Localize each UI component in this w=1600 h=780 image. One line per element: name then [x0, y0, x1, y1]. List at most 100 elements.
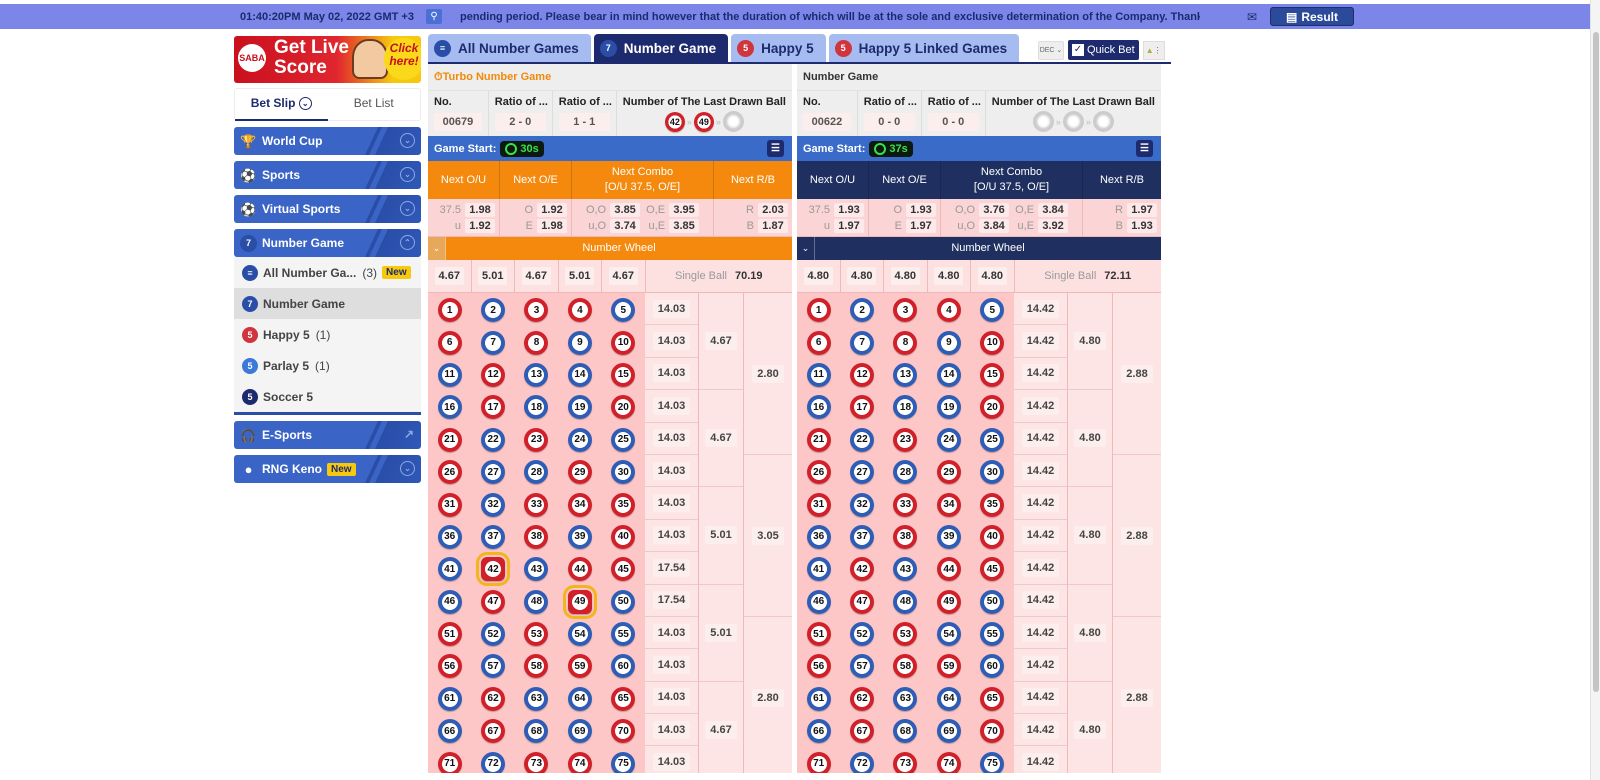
ball-cell[interactable]: 73 — [884, 747, 927, 773]
odds-value[interactable]: 1.93 — [834, 202, 864, 217]
odds-value[interactable]: 4.67 — [521, 267, 551, 285]
wheel-odds-cell[interactable]: 5.01 — [559, 260, 602, 292]
row-odds-cell[interactable]: 14.03 — [645, 358, 698, 391]
submenu-item-soccer-5[interactable]: 5 Soccer 5 — [234, 381, 421, 412]
odds-value[interactable]: 14.42 — [1021, 396, 1060, 415]
ball-cell[interactable]: 5 — [971, 294, 1014, 326]
ball-cell[interactable]: 32 — [471, 488, 514, 520]
row-odds-cell[interactable]: 14.03 — [645, 390, 698, 423]
odd-odds[interactable]: O 1.92 — [504, 202, 567, 217]
ball-cell[interactable]: 54 — [927, 618, 970, 650]
odds-value[interactable]: 14.03 — [652, 688, 691, 707]
ball-cell[interactable]: 67 — [840, 715, 883, 747]
row-odds-cell[interactable]: 17.54 — [645, 585, 698, 617]
ball-cell[interactable]: 41 — [797, 553, 840, 585]
chevron-down-icon[interactable]: ⌄ — [797, 237, 815, 260]
ball-cell[interactable]: 28 — [515, 456, 558, 488]
ball-cell[interactable]: 56 — [428, 650, 471, 682]
odds-value[interactable]: 4.80 — [1074, 720, 1106, 739]
ball-cell[interactable]: 19 — [558, 391, 601, 423]
odds-value[interactable]: 14.42 — [1021, 299, 1060, 318]
ball-cell[interactable]: 36 — [797, 521, 840, 553]
odds-value[interactable]: 17.54 — [652, 558, 691, 577]
under-odds[interactable]: u 1.92 — [432, 218, 495, 233]
row-odds-cell[interactable]: 14.03 — [645, 746, 698, 773]
ball-cell[interactable]: 39 — [558, 521, 601, 553]
odds-value[interactable]: 4.67 — [608, 267, 638, 285]
combo-ue[interactable]: u,E 3.85 — [646, 218, 700, 233]
ball-cell[interactable]: 59 — [558, 650, 601, 682]
ball-cell[interactable]: 40 — [602, 521, 645, 553]
combo-oe[interactable]: O,E 3.95 — [646, 202, 700, 217]
ball-cell[interactable]: 70 — [602, 715, 645, 747]
ball-cell[interactable]: 17 — [840, 391, 883, 423]
row-odds-cell[interactable]: 14.42 — [1014, 325, 1067, 358]
row-odds-cell[interactable]: 17.54 — [645, 552, 698, 585]
ball-cell[interactable]: 37 — [471, 521, 514, 553]
ball-cell[interactable]: 8 — [884, 326, 927, 358]
ball-cell[interactable]: 70 — [971, 715, 1014, 747]
odds-value[interactable]: 2.80 — [752, 364, 784, 383]
row-odds-cell[interactable]: 14.42 — [1014, 714, 1067, 747]
odds-value[interactable]: 14.03 — [652, 494, 691, 513]
ball-cell[interactable]: 44 — [558, 553, 601, 585]
row-odds-cell[interactable]: 14.42 — [1014, 358, 1067, 391]
odds-value[interactable]: 4.80 — [1074, 526, 1106, 545]
ball-cell[interactable]: 49 — [927, 586, 970, 618]
row-odds-cell[interactable]: 14.42 — [1014, 455, 1067, 488]
odds-value[interactable]: 72.11 — [1104, 270, 1131, 282]
ball-cell[interactable]: 12 — [471, 359, 514, 391]
ball-cell[interactable]: 45 — [602, 553, 645, 585]
odds-value[interactable]: 3.05 — [752, 526, 784, 545]
odds-format-select[interactable]: DEC ⌄ — [1038, 40, 1064, 60]
odds-value[interactable]: 1.97 — [906, 218, 936, 233]
even-odds[interactable]: E 1.98 — [504, 218, 567, 233]
ball-cell[interactable]: 25 — [971, 424, 1014, 456]
page-scrollbar[interactable] — [1590, 0, 1600, 780]
ball-cell[interactable]: 46 — [797, 586, 840, 618]
ball-cell[interactable]: 51 — [797, 618, 840, 650]
ball-cell[interactable]: 24 — [927, 424, 970, 456]
ball-cell[interactable]: 20 — [971, 391, 1014, 423]
ball-cell[interactable]: 2 — [840, 294, 883, 326]
ball-cell[interactable]: 2 — [471, 294, 514, 326]
odds-value[interactable]: 4.67 — [705, 720, 737, 739]
ball-cell[interactable]: 35 — [971, 488, 1014, 520]
ball-cell[interactable]: 13 — [884, 359, 927, 391]
odds-value[interactable]: 1.92 — [465, 218, 495, 233]
ball-cell[interactable]: 14 — [927, 359, 970, 391]
odds-value[interactable]: 5.01 — [705, 526, 737, 545]
odds-value[interactable]: 5.01 — [565, 267, 595, 285]
combo-uo[interactable]: u,O 3.74 — [586, 218, 641, 233]
combo-uo[interactable]: u,O 3.84 — [955, 218, 1010, 233]
odds-value[interactable]: 14.42 — [1021, 591, 1060, 610]
ball-cell[interactable]: 30 — [971, 456, 1014, 488]
single-ball-odds[interactable]: Single Ball 70.19 — [646, 260, 793, 292]
odds-value[interactable]: 14.42 — [1021, 753, 1060, 772]
odds-value[interactable]: 1.97 — [1127, 202, 1157, 217]
row-odds-cell[interactable]: 14.03 — [645, 617, 698, 650]
ball-cell[interactable]: 41 — [428, 553, 471, 585]
odds-value[interactable]: 14.03 — [652, 299, 691, 318]
ball-cell[interactable]: 43 — [884, 553, 927, 585]
ball-cell[interactable]: 68 — [515, 715, 558, 747]
group3-odds-cell[interactable]: 5.01 — [699, 585, 743, 682]
ball-cell[interactable]: 45 — [971, 553, 1014, 585]
wheel-odds-cell[interactable]: 4.80 — [971, 260, 1015, 292]
ball-cell[interactable]: 16 — [428, 391, 471, 423]
odds-value[interactable]: 4.80 — [847, 267, 877, 285]
odds-value[interactable]: 4.80 — [977, 267, 1007, 285]
ball-cell[interactable]: 52 — [471, 618, 514, 650]
submenu-item-all-number-games[interactable]: ≡ All Number Ga... (3) New — [234, 257, 421, 288]
result-button[interactable]: ▤ Result — [1270, 7, 1354, 26]
ball-cell[interactable]: 27 — [840, 456, 883, 488]
ball-cell[interactable]: 42 — [471, 552, 514, 587]
ball-cell[interactable]: 22 — [471, 424, 514, 456]
odds-value[interactable]: 4.80 — [934, 267, 964, 285]
row-odds-cell[interactable]: 14.42 — [1014, 487, 1067, 520]
ball-cell[interactable]: 50 — [602, 586, 645, 618]
group3-odds-cell[interactable]: 5.01 — [699, 487, 743, 585]
odds-value[interactable]: 14.42 — [1021, 558, 1060, 577]
ball-cell[interactable]: 65 — [602, 683, 645, 715]
ball-cell[interactable]: 29 — [558, 456, 601, 488]
